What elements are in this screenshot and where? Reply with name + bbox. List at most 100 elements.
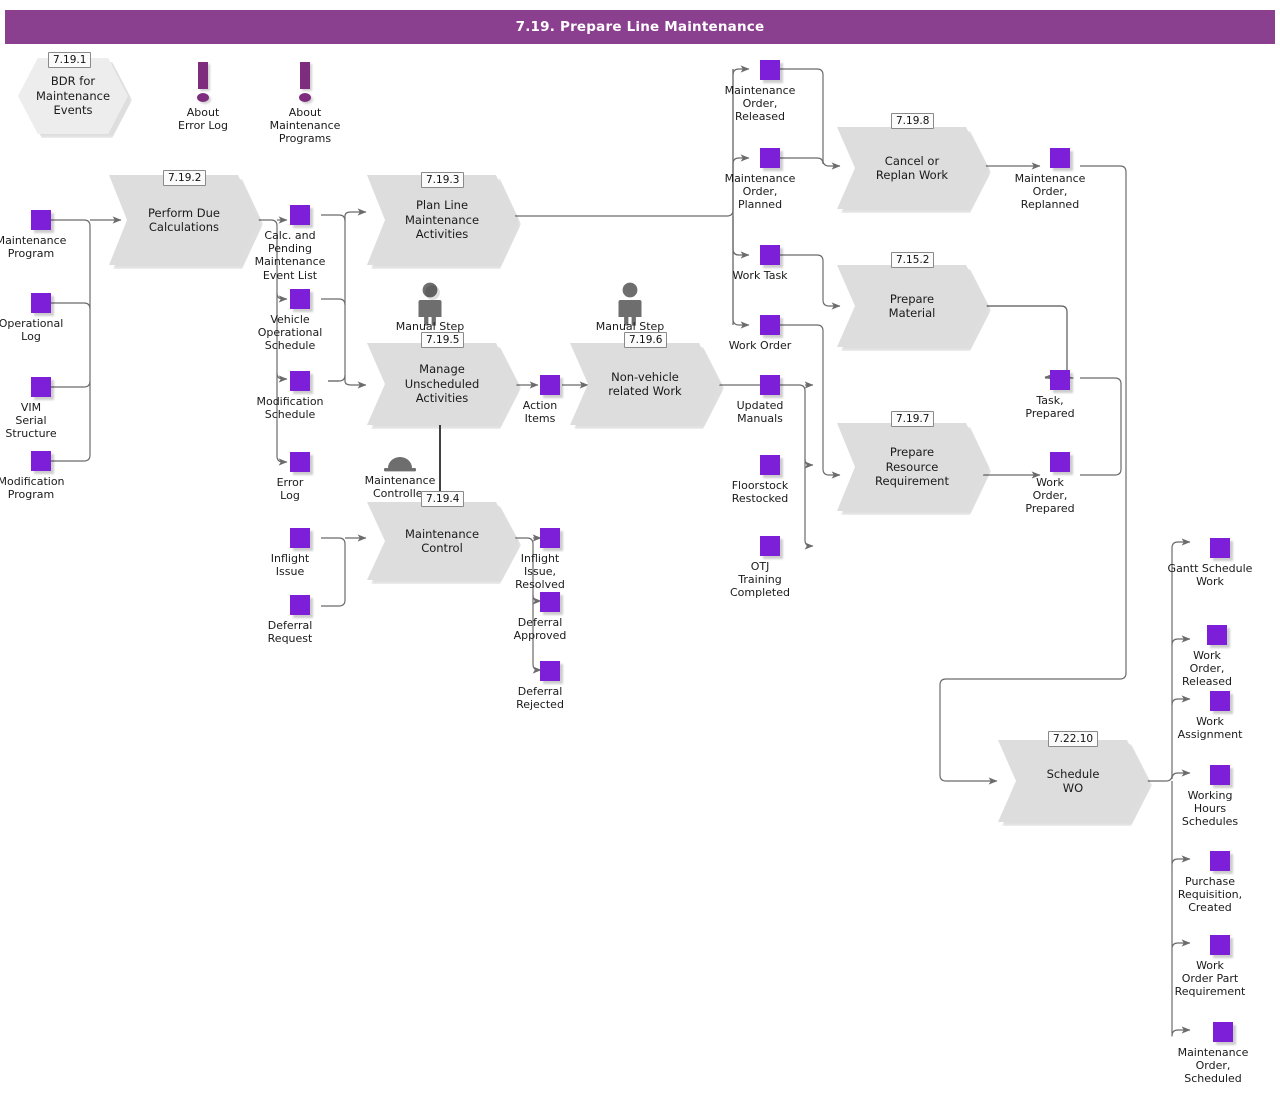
- data-object-label: Modification Program: [0, 475, 65, 502]
- process-prepare-resource-requirement[interactable]: Prepare Resource Requirement: [837, 423, 991, 515]
- diagram-canvas: 7.19. Prepare Line Maintenance BDR for M…: [0, 0, 1280, 1100]
- data-object-icon: [540, 592, 560, 612]
- hexagon-label: BDR for Maintenance Events: [35, 73, 111, 118]
- data-object-icon: [1050, 370, 1070, 390]
- data-object-label: Maintenance Order, Planned: [724, 172, 796, 212]
- data-object-label: Work Assignment: [1177, 715, 1243, 742]
- data-object-label: Work Order: [728, 339, 792, 352]
- note-label: About Error Log: [178, 106, 228, 133]
- data-object-label: Action Items: [522, 399, 558, 426]
- process-label: Plan Line Maintenance Activities: [404, 198, 480, 242]
- data-object-label: Gantt Schedule Work: [1167, 562, 1253, 589]
- data-object-icon: [760, 315, 780, 335]
- data-object-label: Updated Manuals: [736, 399, 784, 426]
- process-label: Schedule WO: [1046, 766, 1100, 795]
- tag-7-19-2: 7.19.2: [163, 170, 207, 187]
- process-plan-line-maintenance-activities[interactable]: Plan Line Maintenance Activities: [367, 175, 521, 269]
- process-label: Non-vehicle related Work: [608, 369, 682, 398]
- process-label: Perform Due Calculations: [147, 205, 220, 234]
- data-object-label: Work Task: [732, 269, 788, 282]
- tag-7-15-2: 7.15.2: [891, 252, 935, 269]
- exclamation-dot-icon: [299, 93, 311, 102]
- tag-7-19-1: 7.19.1: [48, 52, 92, 69]
- page-title: 7.19. Prepare Line Maintenance: [515, 19, 765, 35]
- data-object-icon: [290, 289, 310, 309]
- exclamation-dot-icon: [197, 93, 209, 102]
- data-object-icon: [540, 661, 560, 681]
- process-prepare-material[interactable]: Prepare Material: [837, 265, 991, 351]
- node-bdr-for-maintenance-events[interactable]: BDR for Maintenance Events: [18, 58, 132, 138]
- data-object-icon: [31, 451, 51, 471]
- process-schedule-wo[interactable]: Schedule WO: [998, 740, 1152, 826]
- process-maintenance-control[interactable]: Maintenance Control: [367, 502, 521, 584]
- process-label: Prepare Resource Requirement: [875, 445, 949, 489]
- data-object-label: Calc. and Pending Maintenance Event List: [254, 229, 326, 282]
- data-object-icon: [760, 148, 780, 168]
- process-perform-due-calculations[interactable]: Perform Due Calculations: [109, 175, 263, 269]
- process-non-vehicle-related-work[interactable]: Non-vehicle related Work: [570, 343, 724, 429]
- data-object-icon: [760, 60, 780, 80]
- data-object-label: Working Hours Schedules: [1181, 789, 1239, 829]
- tag-7-19-6: 7.19.6: [624, 332, 668, 349]
- data-object-icon: [31, 293, 51, 313]
- data-object-icon: [540, 528, 560, 548]
- tag-7-22-10: 7.22.10: [1048, 731, 1099, 748]
- data-object-icon: [760, 455, 780, 475]
- data-object-label: Work Order, Prepared: [1025, 476, 1075, 516]
- connector-layer: [51, 65, 1191, 1037]
- data-object-label: Error Log: [276, 476, 304, 503]
- data-object-label: Deferral Request: [267, 619, 313, 646]
- data-object-icon: [1050, 148, 1070, 168]
- data-object-icon: [290, 595, 310, 615]
- data-object-icon: [760, 375, 780, 395]
- data-object-icon: [31, 210, 51, 230]
- data-object-icon: [1210, 538, 1230, 558]
- data-object-label: Deferral Approved: [513, 616, 567, 643]
- data-object-label: Work Order Part Requirement: [1174, 959, 1246, 999]
- data-object-icon: [1210, 935, 1230, 955]
- data-object-label: OTJ Training Completed: [730, 560, 790, 600]
- data-object-icon: [290, 205, 310, 225]
- role-manual-step-1[interactable]: Manual Step: [396, 281, 464, 333]
- data-object-label: Maintenance Order, Replanned: [1014, 172, 1086, 212]
- data-object-icon: [31, 377, 51, 397]
- data-object-icon: [760, 536, 780, 556]
- data-object-icon: [290, 371, 310, 391]
- role-manual-step-2[interactable]: Manual Step: [596, 281, 664, 333]
- data-object-label: Work Order, Released: [1182, 649, 1232, 689]
- tag-7-19-4: 7.19.4: [421, 491, 465, 508]
- data-object-label: Maintenance Order, Scheduled: [1177, 1046, 1249, 1086]
- data-object-label: Floorstock Restocked: [731, 479, 789, 506]
- data-object-icon: [1207, 625, 1227, 645]
- process-cancel-or-replan-work[interactable]: Cancel or Replan Work: [837, 127, 991, 213]
- data-object-label: Deferral Rejected: [516, 685, 564, 712]
- data-object-label: Operational Log: [0, 317, 64, 344]
- data-object-icon: [1210, 851, 1230, 871]
- note-label: About Maintenance Programs: [269, 106, 341, 146]
- data-object-label: Task, Prepared: [1025, 394, 1075, 421]
- process-label: Manage Unscheduled Activities: [404, 362, 480, 406]
- data-object-label: VIM Serial Structure: [5, 401, 57, 441]
- role-maintenance-controller[interactable]: Maintenance Controller: [365, 448, 435, 500]
- data-object-label: Maintenance Program: [0, 234, 67, 261]
- tag-7-19-5: 7.19.5: [421, 332, 465, 349]
- data-object-label: Modification Schedule: [256, 395, 324, 422]
- data-object-icon: [540, 375, 560, 395]
- data-object-label: Inflight Issue, Resolved: [515, 552, 565, 592]
- data-object-icon: [1210, 765, 1230, 785]
- data-object-label: Vehicle Operational Schedule: [257, 313, 323, 353]
- exclamation-icon: [300, 62, 310, 89]
- data-object-icon: [290, 528, 310, 548]
- data-object-icon: [760, 245, 780, 265]
- tag-7-19-3: 7.19.3: [421, 172, 465, 189]
- data-object-label: Maintenance Order, Released: [724, 84, 796, 124]
- data-object-label: Purchase Requisition, Created: [1177, 875, 1243, 915]
- page-title-bar: 7.19. Prepare Line Maintenance: [5, 10, 1275, 44]
- process-label: Prepare Material: [888, 291, 936, 320]
- exclamation-icon: [198, 62, 208, 89]
- data-object-icon: [1050, 452, 1070, 472]
- process-manage-unscheduled-activities[interactable]: Manage Unscheduled Activities: [367, 343, 521, 429]
- data-object-icon: [290, 452, 310, 472]
- tag-7-19-8: 7.19.8: [891, 113, 935, 130]
- process-label: Maintenance Control: [404, 526, 480, 555]
